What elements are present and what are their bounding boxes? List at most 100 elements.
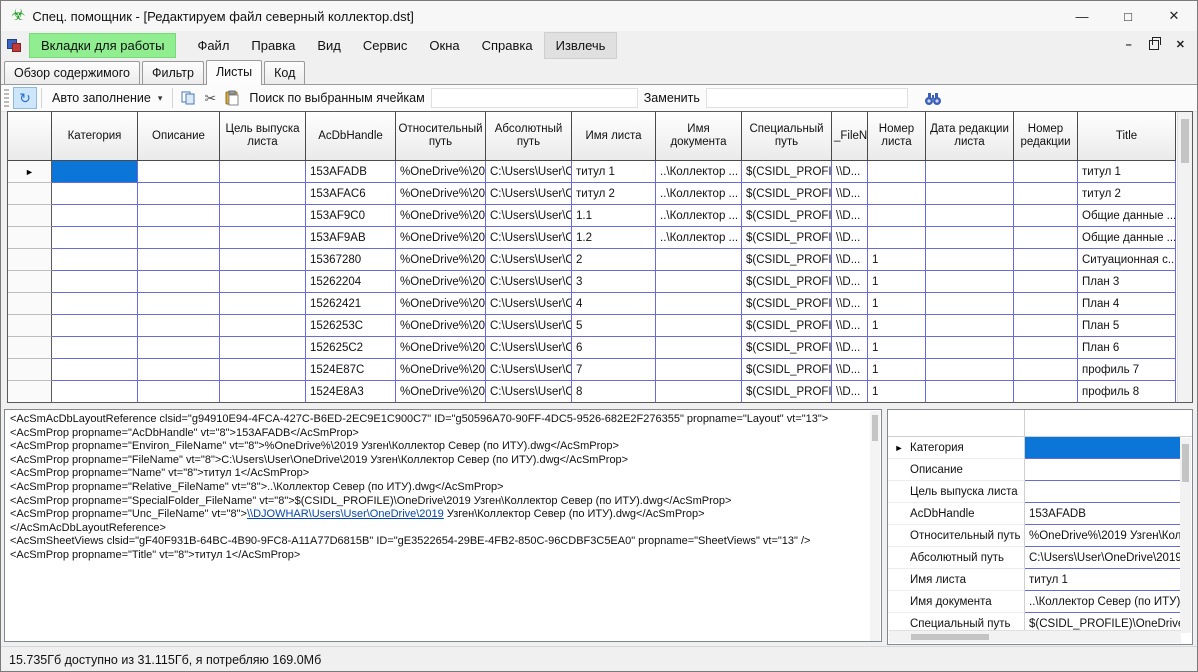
tab-3[interactable]: Код (264, 61, 305, 84)
property-value[interactable]: титул 1 (1025, 569, 1180, 591)
cell-rev_num[interactable] (1014, 293, 1078, 315)
cell-title[interactable]: План 3 (1078, 271, 1176, 293)
cell-abs_path[interactable]: C:\Users\User\O... (486, 271, 572, 293)
grid-corner-cell[interactable] (8, 112, 52, 161)
cell-title[interactable]: Общие данные ... (1078, 227, 1176, 249)
close-button[interactable]: ✕ (1151, 1, 1197, 31)
row-selector[interactable] (8, 271, 52, 293)
scrollbar-thumb[interactable] (872, 415, 878, 441)
cell-rel_path[interactable]: %OneDrive%\20... (396, 359, 486, 381)
column-header-9[interactable]: _FileN. (832, 112, 868, 161)
scrollbar-thumb[interactable] (911, 634, 989, 640)
cell-handle[interactable]: 1526253C (306, 315, 396, 337)
cell-sheet_num[interactable] (868, 183, 926, 205)
cell-rel_path[interactable]: %OneDrive%\20... (396, 293, 486, 315)
cell-special_path[interactable]: $(CSIDL_PROFI... (742, 205, 832, 227)
cell-sheet_num[interactable]: 1 (868, 381, 926, 403)
cell-purpose[interactable] (220, 337, 306, 359)
cell-special_path[interactable]: $(CSIDL_PROFI... (742, 183, 832, 205)
cell-rev_date[interactable] (926, 381, 1014, 403)
row-selector[interactable] (8, 381, 52, 403)
xml-editor[interactable]: <AcSmAcDbLayoutReference clsid="g94910E9… (4, 409, 882, 642)
mdi-close-button[interactable]: ✕ (1176, 40, 1185, 51)
cell-description[interactable] (138, 337, 220, 359)
cell-rev_date[interactable] (926, 271, 1014, 293)
cell-purpose[interactable] (220, 315, 306, 337)
cell-handle[interactable]: 15262421 (306, 293, 396, 315)
property-row-selector[interactable] (888, 525, 910, 547)
cell-category[interactable] (52, 337, 138, 359)
cell-title[interactable]: титул 1 (1078, 161, 1176, 183)
xml-vertical-scrollbar[interactable] (870, 411, 880, 642)
cell-handle[interactable]: 153AF9AB (306, 227, 396, 249)
menu-item-5[interactable]: Справка (471, 33, 544, 58)
cell-abs_path[interactable]: C:\Users\User\O... (486, 161, 572, 183)
cell-abs_path[interactable]: C:\Users\User\O... (486, 293, 572, 315)
cell-doc_name[interactable]: ..\Коллектор ... (656, 227, 742, 249)
cell-rev_num[interactable] (1014, 381, 1078, 403)
cell-abs_path[interactable]: C:\Users\User\O... (486, 249, 572, 271)
scrollbar-thumb[interactable] (1182, 444, 1189, 482)
column-header-5[interactable]: Абсолютный путь (486, 112, 572, 161)
row-selector[interactable]: ► (8, 161, 52, 183)
cell-handle[interactable]: 153AF9C0 (306, 205, 396, 227)
mdi-minimize-button[interactable]: – (1126, 40, 1132, 51)
column-header-4[interactable]: Относительный путь (396, 112, 486, 161)
row-selector[interactable] (8, 249, 52, 271)
cell-purpose[interactable] (220, 183, 306, 205)
cell-rev_date[interactable] (926, 227, 1014, 249)
row-selector[interactable] (8, 205, 52, 227)
search-input[interactable] (431, 88, 638, 108)
cell-abs_path[interactable]: C:\Users\User\O... (486, 381, 572, 403)
cell-rev_num[interactable] (1014, 227, 1078, 249)
cell-doc_name[interactable]: ..\Коллектор ... (656, 183, 742, 205)
row-selector[interactable] (8, 293, 52, 315)
cell-abs_path[interactable]: C:\Users\User\O... (486, 359, 572, 381)
cell-rev_num[interactable] (1014, 249, 1078, 271)
cell-description[interactable] (138, 249, 220, 271)
menu-item-1[interactable]: Правка (240, 33, 306, 58)
cell-category[interactable] (52, 249, 138, 271)
column-header-0[interactable]: Категория (52, 112, 138, 161)
cell-sheet_name[interactable]: 6 (572, 337, 656, 359)
tab-2[interactable]: Листы (206, 60, 262, 85)
cell-special_path[interactable]: $(CSIDL_PROFI... (742, 359, 832, 381)
cell-file_n[interactable]: \\D... (832, 205, 868, 227)
column-header-10[interactable]: Номер листа (868, 112, 926, 161)
menu-item-3[interactable]: Сервис (352, 33, 419, 58)
cell-rev_date[interactable] (926, 315, 1014, 337)
cell-rev_date[interactable] (926, 293, 1014, 315)
cell-rel_path[interactable]: %OneDrive%\20... (396, 315, 486, 337)
minimize-button[interactable]: — (1059, 1, 1105, 31)
cell-rev_num[interactable] (1014, 359, 1078, 381)
column-header-7[interactable]: Имя документа (656, 112, 742, 161)
cell-sheet_num[interactable]: 1 (868, 315, 926, 337)
cell-special_path[interactable]: $(CSIDL_PROFI... (742, 381, 832, 403)
cell-description[interactable] (138, 271, 220, 293)
cell-handle[interactable]: 15262204 (306, 271, 396, 293)
cell-handle[interactable]: 1524E87C (306, 359, 396, 381)
cell-rev_date[interactable] (926, 337, 1014, 359)
property-row-selector[interactable] (888, 459, 910, 481)
cell-sheet_name[interactable]: 1.1 (572, 205, 656, 227)
row-selector[interactable] (8, 359, 52, 381)
cell-purpose[interactable] (220, 271, 306, 293)
properties-horizontal-scrollbar[interactable] (889, 630, 1181, 643)
property-value[interactable]: 153AFADB (1025, 503, 1180, 525)
cell-rel_path[interactable]: %OneDrive%\20... (396, 381, 486, 403)
tab-1[interactable]: Фильтр (142, 61, 204, 84)
column-header-12[interactable]: Номер редакции (1014, 112, 1078, 161)
cell-file_n[interactable]: \\D... (832, 293, 868, 315)
cell-sheet_num[interactable]: 1 (868, 249, 926, 271)
cell-abs_path[interactable]: C:\Users\User\O... (486, 315, 572, 337)
copy-button[interactable] (177, 88, 199, 108)
column-header-8[interactable]: Специальный путь (742, 112, 832, 161)
cell-handle[interactable]: 152625C2 (306, 337, 396, 359)
toolbar-grip[interactable] (4, 89, 9, 107)
property-row-selector[interactable] (888, 481, 910, 503)
properties-vertical-scrollbar[interactable] (1180, 438, 1191, 633)
scrollbar-thumb[interactable] (1181, 119, 1189, 163)
cell-file_n[interactable]: \\D... (832, 337, 868, 359)
maximize-button[interactable]: □ (1105, 1, 1151, 31)
cell-purpose[interactable] (220, 359, 306, 381)
